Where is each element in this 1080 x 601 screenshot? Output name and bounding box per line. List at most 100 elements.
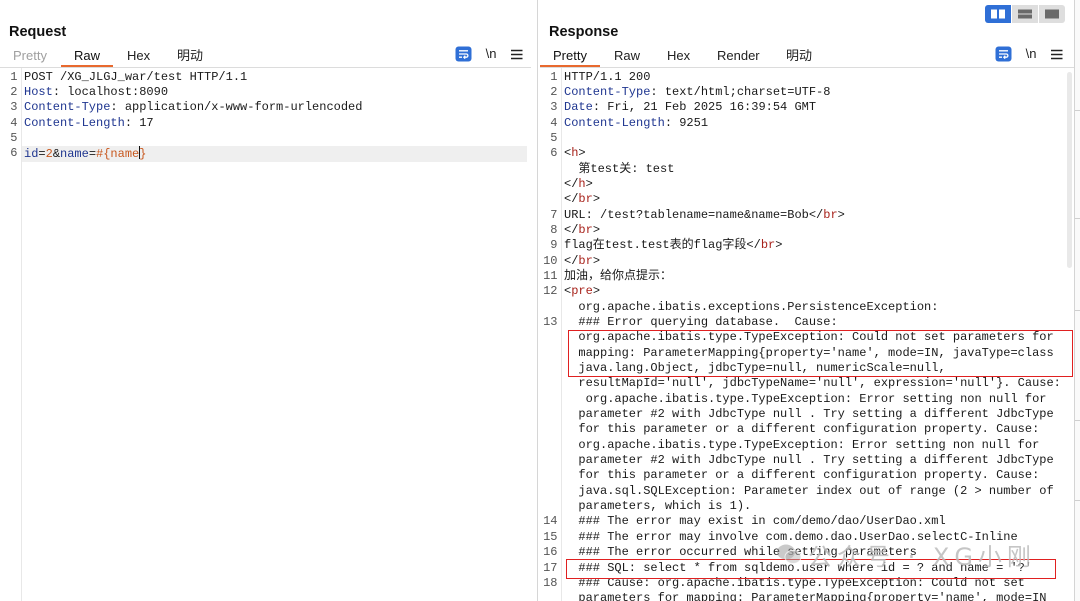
line-number: 3 bbox=[550, 100, 558, 115]
response-line[interactable]: for this parameter or a different config… bbox=[540, 468, 1080, 483]
response-line[interactable]: parameters for mapping: ParameterMapping… bbox=[540, 591, 1080, 601]
response-line[interactable]: 12 <pre> bbox=[540, 284, 1080, 299]
response-line[interactable]: </br> bbox=[540, 192, 1080, 207]
newline-toggle-button[interactable]: \n bbox=[484, 46, 498, 62]
line-text: ### The error may involve com.demo.dao.U… bbox=[564, 530, 1017, 545]
line-text: id=2&name=#{name} bbox=[24, 146, 146, 161]
line-number: 1 bbox=[10, 69, 18, 84]
pretty-print-icon[interactable] bbox=[455, 46, 472, 62]
request-line[interactable]: 1 POST /XG_JLGJ_war/test HTTP/1.1 bbox=[0, 70, 537, 85]
request-tab-pretty[interactable]: Pretty bbox=[0, 46, 60, 67]
response-line[interactable]: 9 flag在test.test表的flag字段</br> bbox=[540, 238, 1080, 253]
line-text: parameter #2 with JdbcType null . Try se… bbox=[564, 407, 1053, 422]
pane-splitter[interactable] bbox=[537, 0, 538, 601]
response-line[interactable]: java.sql.SQLException: Parameter index o… bbox=[540, 484, 1080, 499]
response-line[interactable]: 1 HTTP/1.1 200 bbox=[540, 70, 1080, 85]
response-line[interactable]: 8 </br> bbox=[540, 223, 1080, 238]
layout-toggle bbox=[985, 5, 1065, 23]
text-token: for this parameter or a different config… bbox=[564, 468, 1040, 483]
key-token: Content-Length bbox=[564, 115, 665, 130]
response-tab-hex[interactable]: Hex bbox=[654, 46, 703, 67]
tag-token: br bbox=[823, 207, 838, 222]
text-token: org.apache.ibatis.exceptions.Persistence… bbox=[564, 299, 939, 314]
line-text: org.apache.ibatis.exceptions.Persistence… bbox=[564, 300, 938, 315]
response-tab-extra[interactable]: 明动 bbox=[773, 46, 825, 67]
text-token: </ bbox=[564, 176, 579, 191]
line-number: 6 bbox=[10, 146, 18, 161]
line-text: </br> bbox=[564, 192, 600, 207]
line-text: Date: Fri, 21 Feb 2025 16:39:54 GMT bbox=[564, 100, 816, 115]
layout-single-button[interactable] bbox=[1039, 5, 1065, 23]
response-line[interactable]: org.apache.ibatis.type.TypeException: Er… bbox=[540, 438, 1080, 453]
response-line[interactable]: 15 ### The error may involve com.demo.da… bbox=[540, 530, 1080, 545]
request-line[interactable]: 4 Content-Length: 17 bbox=[0, 116, 537, 131]
key-token: Content-Length bbox=[24, 115, 125, 130]
response-line[interactable]: 5 bbox=[540, 131, 1080, 146]
line-number: 2 bbox=[550, 84, 558, 99]
response-line[interactable]: parameter #2 with JdbcType null . Try se… bbox=[540, 453, 1080, 468]
text-token: : 17 bbox=[124, 115, 154, 130]
response-tab-pretty[interactable]: Pretty bbox=[540, 46, 600, 67]
line-text: flag在test.test表的flag字段</br> bbox=[564, 238, 782, 253]
text-token: > bbox=[775, 238, 783, 253]
request-tab-hex[interactable]: Hex bbox=[114, 46, 163, 67]
response-line[interactable]: parameter #2 with JdbcType null . Try se… bbox=[540, 407, 1080, 422]
line-text: Content-Length: 17 bbox=[24, 116, 154, 131]
line-number bbox=[540, 484, 558, 499]
line-number: 4 bbox=[550, 115, 558, 130]
layout-side-by-side-button[interactable] bbox=[985, 5, 1011, 23]
line-number bbox=[540, 422, 558, 437]
line-number: 8 bbox=[550, 222, 558, 237]
text-token: : text/html;charset=UTF-8 bbox=[650, 84, 831, 99]
request-line[interactable]: 6 id=2&name=#{name} bbox=[0, 146, 537, 161]
text-token: : application/x-www-form-urlencoded bbox=[110, 100, 363, 115]
text-token: POST /XG_JLGJ_war/test HTTP/1.1 bbox=[24, 69, 248, 84]
response-scrollbar[interactable] bbox=[1067, 72, 1072, 268]
response-line[interactable]: 3 Date: Fri, 21 Feb 2025 16:39:54 GMT bbox=[540, 100, 1080, 115]
line-number bbox=[540, 177, 558, 192]
response-line[interactable]: resultMapId='null', jdbcTypeName='null',… bbox=[540, 376, 1080, 391]
response-line[interactable]: 13 ### Error querying database. Cause: bbox=[540, 315, 1080, 330]
response-line[interactable]: 6 <h> bbox=[540, 146, 1080, 161]
request-line[interactable]: 2 Host: localhost:8090 bbox=[0, 85, 537, 100]
request-tab-extra[interactable]: 明动 bbox=[164, 46, 216, 67]
response-line[interactable]: 11 加油，给你点提示： bbox=[540, 269, 1080, 284]
response-line[interactable]: 第test关: test bbox=[540, 162, 1080, 177]
request-tab-raw[interactable]: Raw bbox=[61, 46, 114, 67]
response-tab-render[interactable]: Render bbox=[704, 46, 773, 67]
response-line[interactable]: 4 Content-Length: 9251 bbox=[540, 116, 1080, 131]
layout-stacked-button[interactable] bbox=[1012, 5, 1038, 23]
annotation-box-sql bbox=[566, 559, 1056, 579]
text-token: > bbox=[592, 284, 601, 299]
line-text: for this parameter or a different config… bbox=[564, 468, 1039, 483]
response-line[interactable]: 7 URL: /test?tablename=name&name=Bob</br> bbox=[540, 208, 1080, 223]
text-token: ### Error querying database. Cause: bbox=[564, 315, 838, 329]
response-tab-raw[interactable]: Raw bbox=[601, 46, 653, 67]
response-line[interactable]: 14 ### The error may exist in com/demo/d… bbox=[540, 514, 1080, 529]
hamburger-menu-icon[interactable] bbox=[511, 46, 523, 62]
response-line[interactable]: 10 </br> bbox=[540, 254, 1080, 269]
hamburger-menu-icon[interactable] bbox=[1051, 46, 1063, 62]
line-text: org.apache.ibatis.type.TypeException: Er… bbox=[564, 392, 1047, 407]
key-token: Date bbox=[564, 100, 593, 115]
line-text: <h> bbox=[564, 146, 586, 161]
line-text: 第test关: test bbox=[564, 162, 674, 177]
pretty-print-icon[interactable] bbox=[995, 46, 1012, 62]
response-line[interactable]: org.apache.ibatis.exceptions.Persistence… bbox=[540, 300, 1080, 315]
request-line[interactable]: 3 Content-Type: application/x-www-form-ur… bbox=[0, 100, 537, 115]
line-number: 7 bbox=[550, 207, 558, 222]
response-line[interactable]: 2 Content-Type: text/html;charset=UTF-8 bbox=[540, 85, 1080, 100]
tag-token: br bbox=[760, 238, 776, 253]
edge-tick bbox=[1075, 310, 1080, 311]
response-line[interactable]: for this parameter or a different config… bbox=[540, 422, 1080, 437]
request-editor[interactable]: 1 POST /XG_JLGJ_war/test HTTP/1.1 2 Host: l… bbox=[0, 70, 537, 601]
text-token: = bbox=[38, 147, 46, 162]
request-line[interactable]: 5 bbox=[0, 131, 537, 146]
line-text: HTTP/1.1 200 bbox=[564, 70, 650, 85]
newline-toggle-button[interactable]: \n bbox=[1024, 46, 1038, 62]
response-line[interactable]: </h> bbox=[540, 177, 1080, 192]
line-text: java.sql.SQLException: Parameter index o… bbox=[564, 484, 1053, 499]
response-line[interactable]: org.apache.ibatis.type.TypeException: Er… bbox=[540, 392, 1080, 407]
text-token: parameters for mapping: ParameterMapping… bbox=[564, 591, 1047, 601]
response-line[interactable]: parameters, which is 1). bbox=[540, 499, 1080, 514]
